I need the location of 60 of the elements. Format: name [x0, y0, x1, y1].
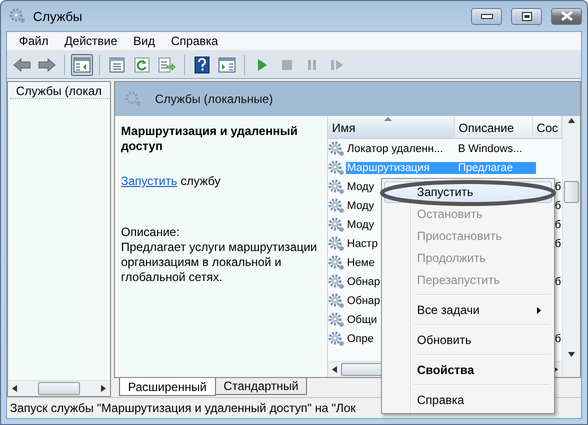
service-description: В Windows... — [457, 142, 524, 154]
vertical-scrollbar[interactable] — [562, 116, 580, 377]
column-header[interactable]: Имя — [328, 116, 455, 138]
scroll-right-icon — [101, 385, 106, 392]
scroll-thumb[interactable] — [564, 181, 579, 203]
gear-icon — [125, 91, 143, 107]
scroll-down-icon — [568, 352, 575, 357]
horizontal-scrollbar[interactable] — [8, 380, 110, 396]
window-title: Службы — [33, 8, 84, 24]
service-title: Маршрутизация и удаленный доступ — [121, 124, 299, 154]
close-icon — [560, 11, 572, 21]
sort-arrow-icon — [384, 117, 392, 121]
scroll-left-icon — [332, 366, 337, 373]
menu-item[interactable]: Вид — [125, 34, 163, 48]
refresh-icon — [134, 56, 150, 72]
help-icon — [194, 56, 210, 74]
scroll-left-icon — [12, 385, 17, 392]
submenu-arrow-icon — [537, 306, 541, 314]
action-pane-icon — [218, 56, 236, 72]
close-button[interactable] — [551, 8, 582, 24]
column-header[interactable]: Описание — [454, 116, 533, 138]
table-cell: б — [554, 276, 561, 288]
scroll-up-icon — [568, 118, 575, 123]
description-label: Описание: — [121, 225, 181, 240]
menu-item[interactable]: Справка — [163, 34, 226, 48]
restart-icon — [330, 58, 344, 70]
view-tab[interactable]: Стандартный — [214, 378, 308, 395]
gear-icon — [9, 8, 27, 24]
service-description: Предлагае — [456, 162, 536, 174]
table-cell: б — [554, 180, 561, 192]
table-cell: б — [554, 218, 561, 230]
pause-icon — [306, 58, 318, 70]
view-tab[interactable]: Расширенный — [119, 378, 216, 396]
table-cell: б — [554, 238, 561, 250]
menu-item[interactable]: Файл — [11, 34, 57, 48]
table-cell: б — [554, 332, 561, 344]
forward-arrow-icon — [38, 58, 56, 72]
table-cell: б — [554, 200, 561, 212]
menu-item[interactable]: Обновить — [384, 329, 552, 351]
service-name[interactable]: Локатор удаленн... — [346, 142, 456, 154]
scroll-thumb[interactable] — [38, 382, 80, 395]
maximize-button[interactable] — [511, 8, 542, 24]
properties-icon — [109, 56, 125, 72]
minimize-icon — [480, 14, 492, 18]
stop-icon — [281, 58, 293, 70]
back-arrow-icon — [13, 58, 31, 72]
minimize-button[interactable] — [471, 8, 502, 24]
maximize-icon — [522, 12, 532, 20]
link-suffix: службу — [180, 174, 220, 188]
menu-item[interactable]: Действие — [56, 34, 126, 48]
start-link[interactable]: Запустить — [121, 174, 178, 188]
tree-item[interactable]: Службы (локал — [10, 84, 110, 99]
pane-title: Службы (локальные) — [155, 92, 273, 106]
menu-item[interactable]: Все задачи — [384, 299, 552, 321]
toolbar-button[interactable] — [71, 54, 93, 76]
description-text: Предлагает услуги маршрутизации организациям в локальной и глобальной сетях. — [121, 240, 318, 285]
export-list-icon — [158, 56, 176, 72]
menu-item[interactable]: Свойства — [384, 359, 552, 381]
console-tree-icon — [73, 56, 91, 72]
play-icon — [256, 58, 268, 72]
